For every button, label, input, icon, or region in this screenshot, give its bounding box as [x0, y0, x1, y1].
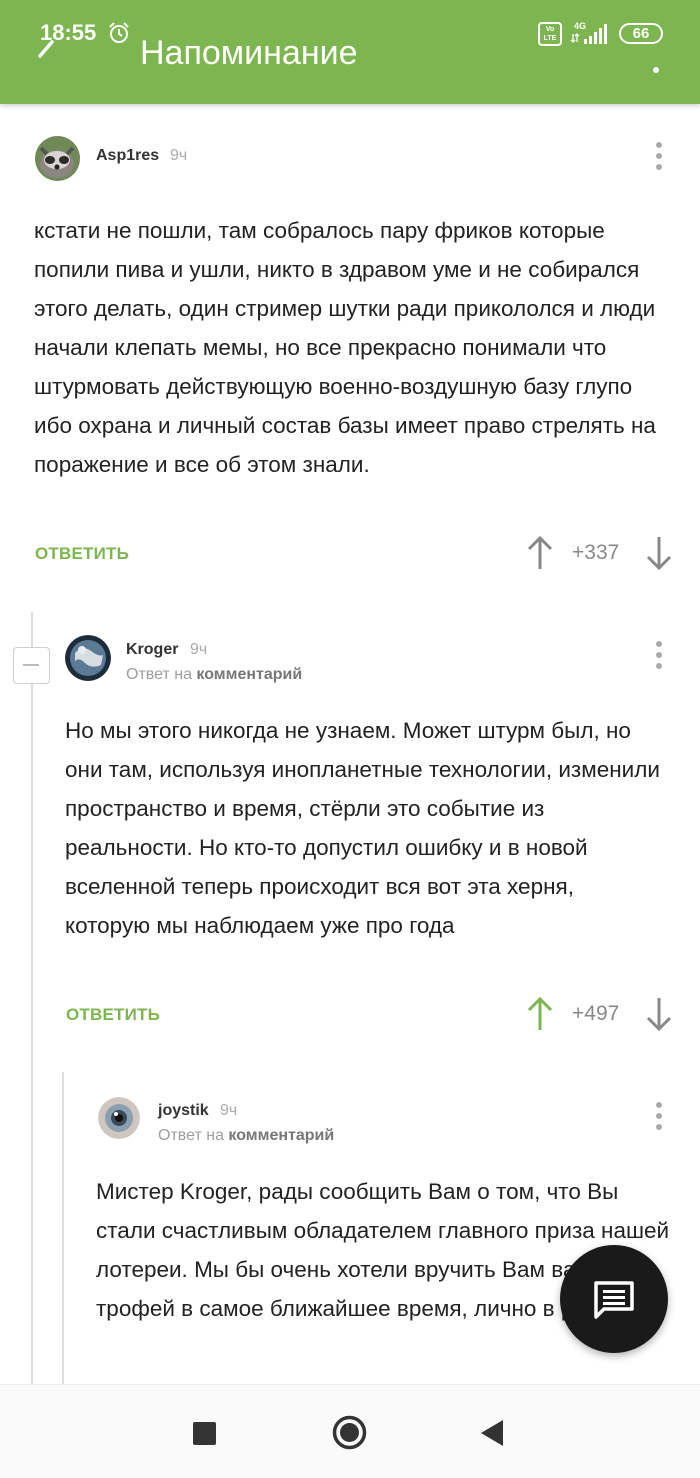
svg-text:4G: 4G: [574, 21, 586, 31]
alarm-icon: [109, 22, 129, 43]
page-title: Напоминание: [140, 34, 358, 72]
comment-author[interactable]: Asp1res: [96, 147, 159, 165]
thread-line: [62, 1072, 64, 1384]
comment-rating: +337: [572, 541, 620, 564]
reply-button[interactable]: ОТВЕТИТЬ: [66, 1005, 160, 1025]
system-back-button[interactable]: [479, 1418, 505, 1448]
home-button[interactable]: [332, 1415, 367, 1450]
comment-time: 9ч: [170, 147, 188, 164]
comment-text: Но мы этого никогда не узнаем. Может шту…: [65, 718, 660, 938]
more-vert-icon[interactable]: [651, 54, 661, 74]
arrow-up-icon[interactable]: [527, 535, 553, 571]
more-vert-icon[interactable]: [655, 640, 663, 670]
battery-indicator: 66: [619, 23, 663, 44]
thread-line: [31, 612, 33, 647]
signal-icon: 4G: [570, 21, 607, 44]
more-vert-icon[interactable]: [655, 141, 663, 171]
reply-to-label: Ответ на комментарий: [158, 1127, 335, 1144]
thread-line: [31, 684, 33, 1384]
reply-to-link[interactable]: комментарий: [196, 666, 302, 683]
more-vert-icon[interactable]: [655, 1101, 663, 1131]
avatar[interactable]: [35, 136, 80, 181]
arrow-up-icon[interactable]: [527, 996, 553, 1032]
volte-icon: Vo LTE: [538, 22, 562, 46]
comment-time: 9ч: [220, 1102, 238, 1119]
app-bar: 18:55 Vo LTE 4G 66 Напоминание: [0, 0, 700, 104]
comment-time: 9ч: [190, 641, 208, 658]
comment-author[interactable]: Kroger: [126, 641, 178, 659]
reply-button[interactable]: ОТВЕТИТЬ: [35, 544, 129, 564]
back-icon[interactable]: [34, 40, 60, 70]
comment-text: кстати не пошли, там собралось пару фрик…: [34, 218, 656, 477]
comment-author[interactable]: joystik: [158, 1102, 209, 1120]
avatar[interactable]: [98, 1097, 140, 1139]
arrow-down-icon[interactable]: [646, 996, 672, 1032]
comment-fab-icon: [594, 1281, 634, 1319]
collapse-thread-button[interactable]: [13, 647, 50, 684]
avatar[interactable]: [65, 635, 111, 681]
arrow-down-icon[interactable]: [646, 535, 672, 571]
system-nav-bar: [0, 1384, 700, 1478]
recent-apps-button[interactable]: [193, 1422, 216, 1445]
add-comment-fab[interactable]: [560, 1245, 668, 1353]
reply-to-label: Ответ на комментарий: [126, 666, 303, 683]
comment-rating: +497: [572, 1002, 620, 1025]
minus-icon: [23, 664, 39, 666]
reply-to-link[interactable]: комментарий: [228, 1127, 334, 1144]
